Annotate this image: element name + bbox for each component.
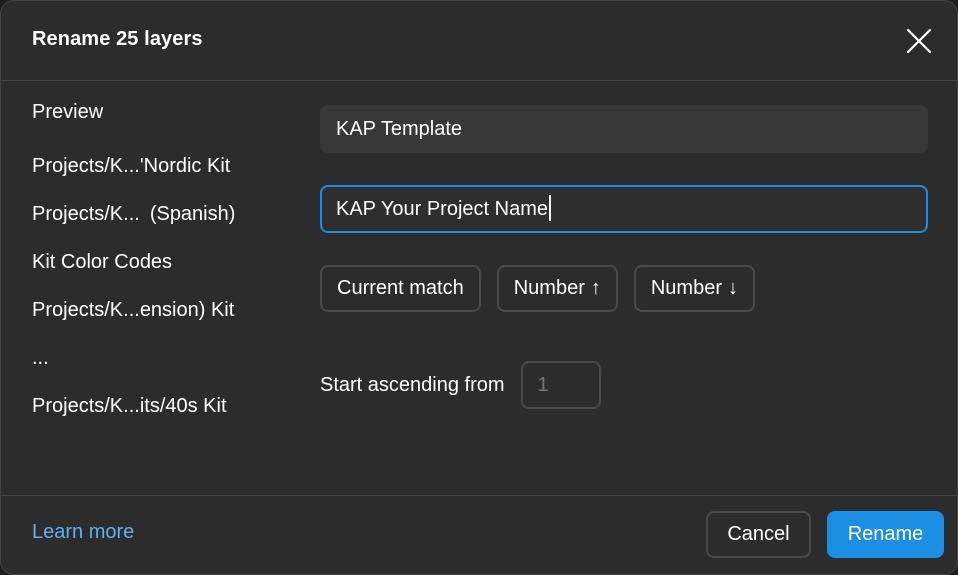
dialog-title: Rename 25 layers (32, 28, 203, 50)
arrow-up-icon: ↑ (590, 277, 601, 299)
cancel-button[interactable]: Cancel (706, 511, 811, 558)
replace-input[interactable]: KAP Your Project Name (320, 185, 928, 233)
text-caret (548, 194, 551, 221)
preview-item-head: ... (32, 347, 49, 369)
find-input[interactable]: KAP Template (320, 105, 928, 153)
preview-item-tail: (Spanish) (149, 203, 236, 225)
number-descending-button[interactable]: Number ↓ (633, 265, 755, 312)
learn-more-link[interactable]: Learn more (32, 521, 134, 544)
preview-item: Projects/K...ension) Kit (32, 297, 292, 345)
start-ascending-row: Start ascending from 1 (320, 361, 601, 409)
preview-item-head: Projects/K... (32, 299, 140, 321)
rename-dialog: Rename 25 layers Preview Projects/K...'N… (0, 0, 958, 575)
start-number-input[interactable]: 1 (520, 361, 601, 409)
preview-item: Projects/K...its/40s Kit (32, 393, 292, 441)
preview-item: Kit Color Codes (32, 249, 292, 297)
current-match-label: Current match (337, 277, 464, 299)
close-button[interactable] (901, 23, 937, 59)
replace-input-value: KAP Your Project Name (336, 198, 548, 220)
preview-panel: Preview Projects/K...'Nordic Kit Project… (32, 99, 292, 441)
arrow-down-icon: ↓ (728, 277, 738, 299)
rename-button[interactable]: Rename (827, 511, 944, 558)
number-descending-label: Number (650, 277, 722, 299)
start-number-placeholder: 1 (537, 374, 549, 396)
preview-list: Projects/K...'Nordic Kit Projects/K... (S… (32, 153, 292, 441)
preview-item-head: Projects/K... (32, 155, 140, 177)
dialog-header: Rename 25 layers (1, 1, 957, 81)
preview-item: Projects/K... (Spanish) (32, 201, 292, 249)
preview-item: ... (32, 345, 292, 393)
current-match-button[interactable]: Current match (320, 265, 481, 312)
preview-item-tail: its/40s Kit (139, 395, 227, 417)
close-icon (906, 28, 932, 54)
preview-item-head: Projects/K... (32, 203, 140, 225)
find-input-value: KAP Template (336, 118, 463, 140)
number-ascending-button[interactable]: Number ↑ (496, 265, 618, 312)
dialog-footer: Learn more Cancel Rename (1, 495, 957, 574)
preview-item-head: Kit Color Codes (32, 251, 173, 273)
preview-item: Projects/K...'Nordic Kit (32, 153, 292, 201)
preview-heading: Preview (32, 101, 104, 123)
preview-item-head: Projects/K... (32, 395, 140, 417)
preview-item-tail: 'Nordic Kit (139, 155, 231, 177)
start-ascending-label: Start ascending from (320, 373, 505, 396)
preview-item-tail: ension) Kit (139, 299, 235, 321)
token-chips: Current match Number ↑ Number ↓ (320, 265, 755, 312)
number-ascending-label: Number (513, 277, 585, 299)
